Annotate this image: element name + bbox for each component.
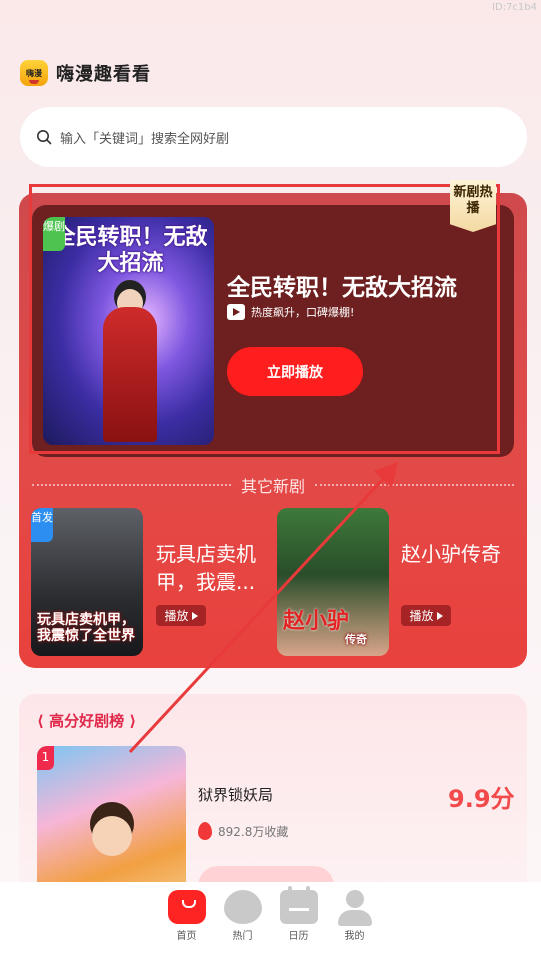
play-triangle-icon — [436, 611, 443, 620]
app-header: 嗨漫 嗨漫趣看看 — [20, 60, 151, 86]
nav-hot[interactable]: 热门 — [223, 890, 262, 956]
cover-character — [92, 816, 132, 856]
drama-title-zhao[interactable]: 赵小驴传奇 — [401, 540, 521, 568]
profile-icon — [336, 890, 374, 926]
play-now-button[interactable]: 立即播放 — [227, 347, 363, 396]
rank-favorites: 892.8万收藏 — [198, 822, 288, 840]
drama-cover-zhao[interactable]: 赵小驴 传奇 — [277, 508, 389, 656]
featured-cover-title: 全民转职！无敌大招流 — [53, 225, 208, 276]
play-triangle-icon — [191, 611, 198, 620]
divider-dots-right — [315, 484, 515, 486]
bottom-navigation: 首页 热门 日历 我的 — [0, 882, 541, 956]
play-button-mecha[interactable]: 播放 — [156, 605, 206, 626]
favorites-count: 892.8万收藏 — [218, 824, 289, 839]
nav-profile-label: 我的 — [344, 931, 365, 942]
top-rated-header: ⟨ 高分好剧榜 ⟩ — [37, 710, 136, 731]
app-logo: 嗨漫 — [20, 60, 48, 86]
cover-subtext: 传奇 — [345, 633, 367, 646]
video-icon — [227, 304, 245, 320]
hot-badge: 爆剧 — [43, 217, 65, 251]
search-bar[interactable]: 输入「关键词」搜索全网好剧 — [20, 107, 527, 167]
drama-title-mecha[interactable]: 玩具店卖机甲，我震... — [156, 540, 268, 596]
hot-icon — [223, 890, 262, 924]
nav-home[interactable]: 首页 — [167, 890, 206, 956]
cover-figure-body — [103, 307, 157, 442]
nav-home-label: 首页 — [176, 931, 197, 942]
app-title: 嗨漫趣看看 — [56, 64, 151, 85]
rank-score: 9.9分 — [448, 785, 515, 813]
premiere-badge: 首发 — [31, 508, 53, 542]
play-button-zhao[interactable]: 播放 — [401, 605, 451, 626]
cover-text: 赵小驴 — [283, 609, 350, 634]
search-placeholder: 输入「关键词」搜索全网好剧 — [60, 131, 230, 147]
flame-icon — [198, 822, 212, 840]
featured-cover[interactable]: 全民转职！无敌大招流 — [43, 217, 214, 445]
featured-description: 热度飙升，口碑爆棚! — [227, 304, 354, 320]
calendar-icon — [279, 886, 318, 924]
divider-dots-left — [32, 484, 231, 486]
nav-calendar[interactable]: 日历 — [279, 886, 318, 956]
new-hot-ribbon: 新剧热播 — [450, 180, 496, 232]
play-label: 播放 — [164, 609, 189, 623]
play-label: 播放 — [409, 609, 434, 623]
nav-profile[interactable]: 我的 — [336, 890, 374, 956]
featured-title[interactable]: 全民转职！无敌大招流 — [227, 268, 457, 302]
rank-number-badge: 1 — [37, 746, 54, 770]
rank-title[interactable]: 狱界锁妖局 — [198, 784, 273, 805]
logo-text: 嗨漫 — [26, 68, 42, 78]
cover-text: 玩具店卖机甲，我震惊了全世界 — [37, 612, 135, 644]
watermark: ID:7c1b4 — [492, 2, 537, 13]
top-rated-title: 高分好剧榜 — [49, 712, 125, 730]
nav-calendar-label: 日历 — [288, 931, 309, 942]
laurel-left-icon: ⟨ — [37, 712, 44, 730]
search-icon — [37, 130, 52, 145]
other-new-divider: 其它新剧 — [32, 473, 515, 497]
drama-cover-mecha[interactable]: 玩具店卖机甲，我震惊了全世界 首发 — [31, 508, 143, 656]
other-new-label: 其它新剧 — [241, 477, 306, 496]
nav-hot-label: 热门 — [232, 931, 253, 942]
rank-cover[interactable] — [37, 746, 186, 896]
home-icon — [167, 890, 206, 924]
laurel-right-icon: ⟩ — [129, 712, 137, 730]
featured-description-text: 热度飙升，口碑爆棚! — [251, 306, 355, 319]
